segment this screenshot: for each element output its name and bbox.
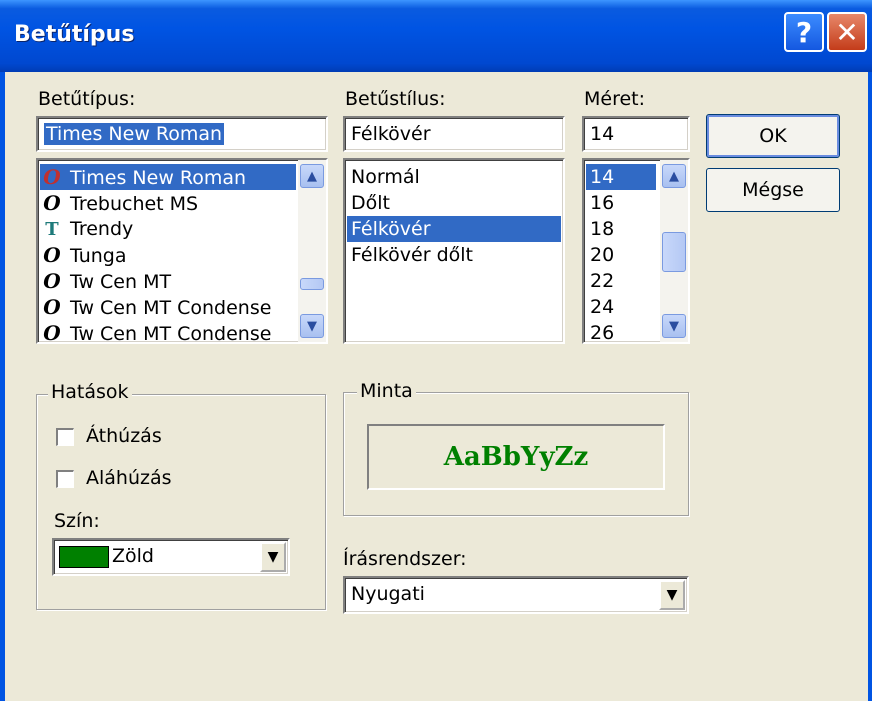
font-list-item-label: Trebuchet MS	[70, 193, 199, 215]
size-list-item[interactable]: 20	[586, 242, 656, 268]
font-list-item[interactable]: T Trendy	[40, 216, 296, 242]
cancel-button[interactable]: Mégse	[706, 168, 840, 212]
font-list-item-label: Trendy	[70, 218, 134, 240]
style-list-item[interactable]: Normál	[347, 164, 561, 190]
style-list-item[interactable]: Félkövér dőlt	[347, 242, 561, 268]
size-list-scrollbar[interactable]: ▲ ▼	[660, 160, 688, 342]
truetype-font-icon: T	[45, 219, 59, 240]
scroll-down-icon[interactable]: ▼	[300, 314, 324, 338]
window-frame-right	[868, 0, 872, 701]
chevron-down-icon[interactable]: ▼	[659, 580, 685, 610]
script-select[interactable]: Nyugati ▼	[343, 576, 689, 614]
sample-text: AaBbYyZz	[443, 442, 589, 472]
opentype-font-icon: O	[43, 321, 61, 344]
size-input[interactable]: 14	[582, 116, 690, 152]
title-bar[interactable]: Betűtípus ? ✕	[0, 0, 872, 72]
font-list-item[interactable]: O Tw Cen MT Condense	[40, 294, 296, 320]
size-label: Méret:	[584, 88, 646, 110]
color-swatch	[59, 546, 109, 568]
scroll-thumb[interactable]	[662, 232, 686, 272]
scroll-down-icon[interactable]: ▼	[662, 314, 686, 338]
chevron-down-icon[interactable]: ▼	[260, 542, 286, 572]
size-list-item[interactable]: 18	[586, 216, 656, 242]
font-list-item-label: Tw Cen MT Condense	[70, 297, 272, 319]
close-button[interactable]: ✕	[827, 12, 867, 52]
font-list-item[interactable]: O Times New Roman	[40, 164, 296, 190]
font-list-item-label: Tw Cen MT Condense	[70, 323, 272, 344]
opentype-font-icon: O	[43, 191, 61, 215]
color-label: Szín:	[54, 510, 100, 532]
effects-group	[36, 394, 326, 610]
opentype-font-icon: O	[43, 243, 61, 267]
scroll-up-icon[interactable]: ▲	[300, 164, 324, 188]
font-list-item-label: Times New Roman	[70, 167, 247, 189]
font-list-scrollbar[interactable]: ▲ ▼	[298, 160, 326, 342]
sample-preview: AaBbYyZz	[367, 424, 665, 490]
font-list-item[interactable]: O Tw Cen MT Condense	[40, 320, 296, 344]
strikeout-label[interactable]: Áthúzás	[86, 425, 162, 447]
style-label: Betűstílus:	[345, 88, 446, 110]
size-list-item[interactable]: 14	[586, 164, 656, 190]
help-button[interactable]: ?	[784, 12, 824, 52]
font-list-item[interactable]: O Tunga	[40, 242, 296, 268]
size-list-item[interactable]: 16	[586, 190, 656, 216]
font-label: Betűtípus:	[38, 88, 136, 110]
style-value: Félkövér	[351, 123, 431, 145]
color-value: Zöld	[112, 545, 154, 567]
style-list-item[interactable]: Dőlt	[347, 190, 561, 216]
opentype-font-icon: O	[43, 165, 61, 189]
underline-checkbox[interactable]	[56, 470, 74, 488]
strikeout-checkbox[interactable]	[56, 428, 74, 446]
font-list-item-label: Tunga	[70, 245, 127, 267]
underline-label[interactable]: Aláhúzás	[86, 467, 172, 489]
opentype-font-icon: O	[43, 295, 61, 319]
size-list-item[interactable]: 22	[586, 268, 656, 294]
window-frame-left	[0, 0, 5, 701]
size-list[interactable]: 14 16 18 20 22 24 26 ▲ ▼	[582, 158, 690, 344]
ok-button[interactable]: OK	[706, 114, 840, 158]
size-list-item[interactable]: 26	[586, 320, 656, 342]
size-value: 14	[590, 123, 615, 145]
opentype-font-icon: O	[43, 269, 61, 293]
font-list[interactable]: O Times New Roman O Trebuchet MS T Trendy O Tun…	[36, 158, 328, 344]
style-input[interactable]: Félkövér	[343, 116, 565, 152]
style-list-item[interactable]: Félkövér	[347, 216, 561, 242]
sample-title: Minta	[357, 380, 416, 402]
color-select[interactable]: Zöld ▼	[52, 538, 290, 576]
font-list-item[interactable]: O Trebuchet MS	[40, 190, 296, 216]
script-value: Nyugati	[351, 583, 425, 605]
scroll-thumb[interactable]	[300, 278, 324, 290]
close-icon: ✕	[835, 15, 859, 49]
script-label: Írásrendszer:	[343, 548, 467, 570]
font-name-value: Times New Roman	[44, 123, 225, 145]
font-list-item-label: Tw Cen MT	[70, 271, 172, 293]
scroll-up-icon[interactable]: ▲	[662, 164, 686, 188]
effects-title: Hatások	[48, 381, 132, 403]
font-list-item[interactable]: O Tw Cen MT	[40, 268, 296, 294]
size-list-item[interactable]: 24	[586, 294, 656, 320]
window-title: Betűtípus	[14, 22, 135, 47]
font-name-input[interactable]: Times New Roman	[36, 116, 328, 152]
style-list[interactable]: Normál Dőlt Félkövér Félkövér dőlt	[343, 158, 565, 344]
